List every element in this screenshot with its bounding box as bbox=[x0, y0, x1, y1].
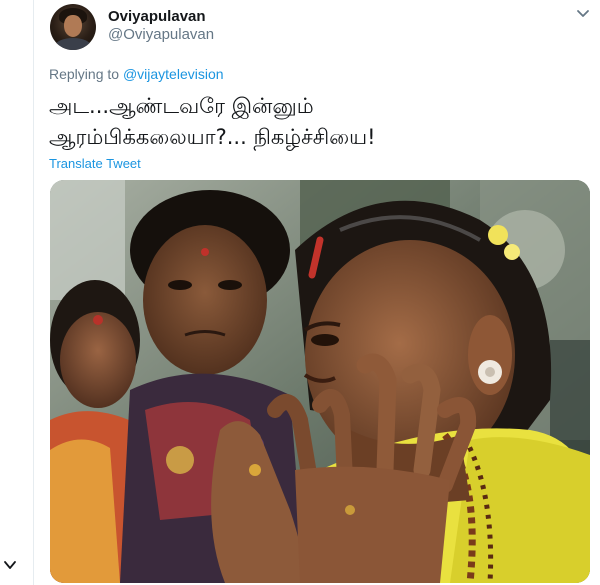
tweet-photo[interactable] bbox=[50, 180, 590, 583]
chevron-down-icon[interactable] bbox=[3, 558, 17, 572]
tweet-text-line: ஆரம்பிக்கலையா?... நிகழ்ச்சியை! bbox=[49, 125, 376, 149]
chevron-down-icon[interactable] bbox=[576, 9, 590, 19]
page: Oviyapulavan @Oviyapulavan Replying to @… bbox=[0, 0, 600, 585]
user-handle[interactable]: @Oviyapulavan bbox=[108, 26, 214, 43]
photo-illustration bbox=[50, 180, 590, 583]
replying-to: Replying to @vijaytelevision bbox=[49, 66, 224, 82]
avatar-face bbox=[64, 15, 82, 37]
reply-mention-link[interactable]: @vijaytelevision bbox=[123, 66, 224, 82]
avatar-shirt bbox=[55, 38, 91, 50]
translate-tweet-link[interactable]: Translate Tweet bbox=[49, 156, 141, 171]
display-name[interactable]: Oviyapulavan bbox=[108, 8, 206, 25]
replying-prefix: Replying to bbox=[49, 66, 120, 82]
avatar[interactable] bbox=[50, 4, 96, 50]
tweet: Oviyapulavan @Oviyapulavan Replying to @… bbox=[34, 0, 600, 585]
tweet-text-line: அட...ஆண்டவரே இன்னும் bbox=[49, 94, 314, 118]
tweet-text: அட...ஆண்டவரே இன்னும் ஆரம்பிக்கலையா?... ந… bbox=[49, 91, 589, 153]
left-panel-edge bbox=[0, 0, 34, 585]
